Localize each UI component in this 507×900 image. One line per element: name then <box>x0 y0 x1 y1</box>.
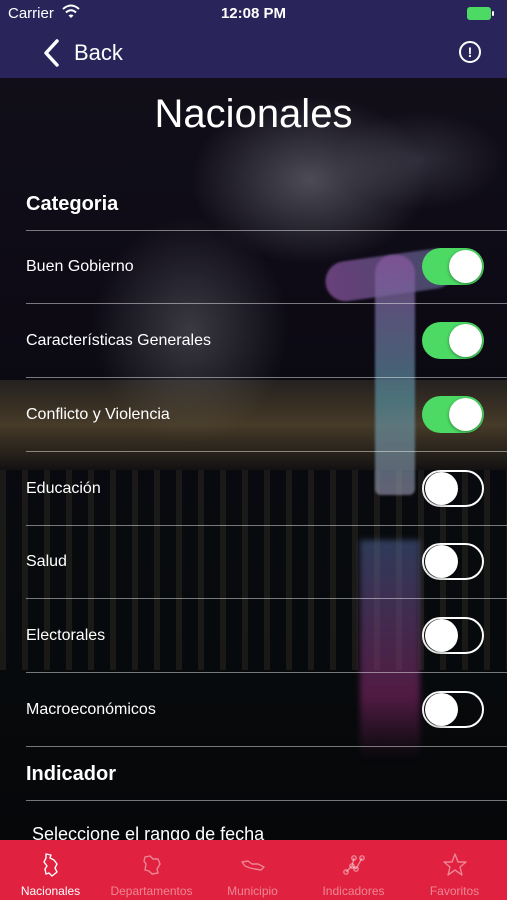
toggle-conflicto-violencia[interactable] <box>422 396 484 433</box>
category-label: Macroeconómicos <box>26 701 156 718</box>
date-range-selector[interactable]: Seleccione el rango de fecha <box>32 824 264 840</box>
page-title: Nacionales <box>154 92 353 136</box>
category-row-electorales: Electorales <box>0 599 507 672</box>
category-label: Conflicto y Violencia <box>26 406 170 423</box>
toggle-knob <box>425 619 458 652</box>
tab-municipio[interactable]: Municipio <box>202 840 303 900</box>
department-map-icon <box>143 855 161 875</box>
tab-favoritos[interactable]: Favoritos <box>404 840 505 900</box>
divider <box>26 800 507 801</box>
tab-indicadores[interactable]: Indicadores <box>303 840 404 900</box>
nav-bar: Back ! <box>0 28 507 78</box>
category-row-caracteristicas-generales: Características Generales <box>0 304 507 377</box>
category-label: Características Generales <box>26 332 211 349</box>
tab-departamentos[interactable]: Departamentos <box>101 840 202 900</box>
category-label: Salud <box>26 553 67 570</box>
categoria-header: Categoria <box>26 193 119 215</box>
clock: 12:08 PM <box>220 5 287 22</box>
star-icon <box>443 853 467 876</box>
tab-bar: Nacionales Departamentos Municipio Indic… <box>0 840 507 900</box>
divider <box>26 746 507 747</box>
tab-nacionales[interactable]: Nacionales <box>0 840 101 900</box>
municipality-map-icon <box>241 860 265 871</box>
exclamation-circle-icon[interactable]: ! <box>459 41 481 63</box>
toggle-knob <box>449 398 482 431</box>
category-label: Electorales <box>26 627 106 644</box>
toggle-knob <box>425 545 458 578</box>
category-label: Educación <box>26 480 101 497</box>
tab-label: Favoritos <box>429 884 480 898</box>
toggle-buen-gobierno[interactable] <box>422 248 484 285</box>
tab-label: Indicadores <box>322 884 385 898</box>
toggle-educacion[interactable] <box>422 470 484 507</box>
category-row-educacion: Educación <box>0 452 507 525</box>
toggle-knob <box>449 324 482 357</box>
chevron-left-icon <box>44 39 59 67</box>
indicador-header: Indicador <box>26 763 117 785</box>
back-label: Back <box>74 40 123 65</box>
category-row-buen-gobierno: Buen Gobierno <box>0 230 507 303</box>
toggle-caracteristicas-generales[interactable] <box>422 322 484 359</box>
toggle-salud[interactable] <box>422 543 484 580</box>
category-row-conflicto-violencia: Conflicto y Violencia <box>0 378 507 451</box>
battery-icon <box>467 7 495 20</box>
toggle-macroeconomicos[interactable] <box>422 691 484 728</box>
settings-list: Nacionales Categoria Buen Gobierno Carac… <box>0 78 507 840</box>
category-row-salud: Salud <box>0 525 507 598</box>
network-nodes-icon <box>343 855 365 875</box>
colombia-map-icon <box>43 853 58 877</box>
tab-label: Nacionales <box>20 884 81 898</box>
category-row-macroeconomicos: Macroeconómicos <box>0 673 507 746</box>
status-bar: Carrier 12:08 PM <box>0 0 507 28</box>
category-label: Buen Gobierno <box>26 258 134 275</box>
toggle-knob <box>425 693 458 726</box>
toggle-electorales[interactable] <box>422 617 484 654</box>
tab-label: Departamentos <box>110 884 193 898</box>
back-button[interactable]: Back <box>40 38 123 68</box>
toggle-knob <box>425 472 458 505</box>
tab-label: Municipio <box>227 884 278 898</box>
toggle-knob <box>449 250 482 283</box>
